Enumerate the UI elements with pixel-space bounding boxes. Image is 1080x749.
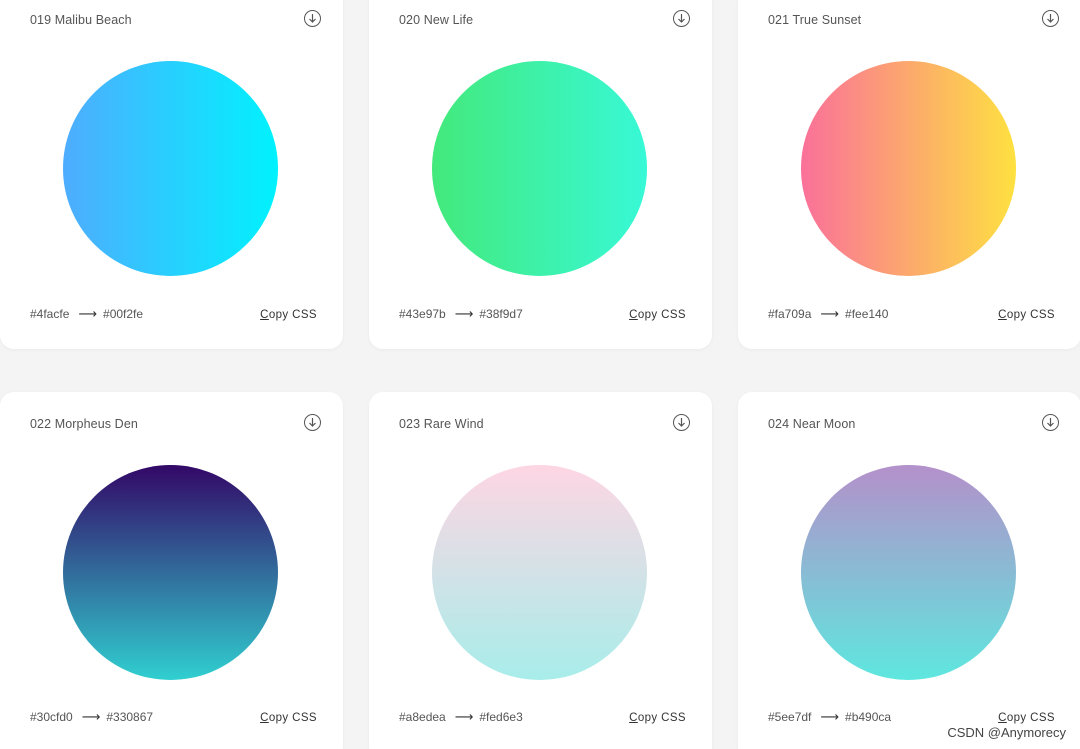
color-to: #fee140: [845, 307, 889, 321]
copy-css-button[interactable]: Copy CSS: [260, 712, 317, 724]
copy-css-accel: C: [629, 309, 638, 321]
gradient-swatch: [63, 465, 278, 680]
arrow-icon: ⟶: [820, 306, 840, 321]
copy-css-label: opy CSS: [268, 712, 317, 724]
copy-css-button[interactable]: Copy CSS: [629, 309, 686, 321]
copy-css-label: opy CSS: [637, 309, 686, 321]
arrow-icon: ⟶: [820, 709, 840, 724]
color-from: #43e97b: [399, 307, 446, 321]
color-codes: #5ee7df ⟶ #b490ca: [768, 709, 891, 725]
copy-css-button[interactable]: Copy CSS: [998, 309, 1055, 321]
color-codes: #43e97b ⟶ #38f9d7: [399, 306, 523, 322]
download-icon[interactable]: [1042, 414, 1059, 431]
gradient-title: 024 Near Moon: [768, 417, 856, 431]
color-to: #330867: [106, 710, 154, 724]
color-codes: #4facfe ⟶ #00f2fe: [30, 306, 143, 322]
gradient-title: 020 New Life: [399, 13, 474, 27]
copy-css-button[interactable]: Copy CSS: [629, 712, 686, 724]
gradient-swatch: [432, 61, 647, 276]
color-from: #5ee7df: [768, 710, 812, 724]
copy-css-label: opy CSS: [268, 309, 317, 321]
copy-css-label: opy CSS: [1006, 309, 1055, 321]
gradient-card: 022 Morpheus Den #30cfd0 ⟶ #330867 Copy CS…: [0, 392, 343, 749]
gradient-title: 021 True Sunset: [768, 13, 862, 27]
color-to: #b490ca: [845, 710, 892, 724]
copy-css-label: opy CSS: [1006, 712, 1055, 724]
color-to: #fed6e3: [479, 710, 523, 724]
gradient-swatch: [801, 61, 1016, 276]
copy-css-accel: C: [260, 309, 269, 321]
arrow-icon: ⟶: [454, 306, 474, 321]
arrow-icon: ⟶: [454, 709, 474, 724]
download-icon[interactable]: [673, 10, 690, 27]
color-codes: #fa709a ⟶ #fee140: [768, 306, 888, 322]
gradient-card: 023 Rare Wind #a8edea ⟶ #fed6e3 Copy CSS: [369, 392, 712, 749]
copy-css-accel: C: [998, 712, 1007, 724]
copy-css-button[interactable]: Copy CSS: [998, 712, 1055, 724]
arrow-icon: ⟶: [81, 709, 101, 724]
copy-css-button[interactable]: Copy CSS: [260, 309, 317, 321]
copy-css-accel: C: [998, 309, 1007, 321]
color-to: #00f2fe: [103, 307, 144, 321]
gradient-card: 019 Malibu Beach #4facfe ⟶ #00f2fe Copy CS…: [0, 0, 343, 349]
download-icon[interactable]: [304, 414, 321, 431]
gradient-grid: 019 Malibu Beach #4facfe ⟶ #00f2fe Copy CS…: [0, 0, 1080, 749]
gradient-swatch: [63, 61, 278, 276]
color-from: #fa709a: [768, 307, 812, 321]
color-from: #30cfd0: [30, 710, 73, 724]
color-codes: #30cfd0 ⟶ #330867: [30, 709, 153, 725]
watermark: CSDN @Anymorecy: [947, 725, 1066, 740]
copy-css-label: opy CSS: [637, 712, 686, 724]
gradient-card: 020 New Life #43e97b ⟶ #38f9d7 Copy CSS: [369, 0, 712, 349]
download-icon[interactable]: [304, 10, 321, 27]
gradient-title: 019 Malibu Beach: [30, 13, 132, 27]
color-from: #a8edea: [399, 710, 446, 724]
gradient-card: 021 True Sunset #fa709a ⟶ #fee140 Copy CSS: [738, 0, 1080, 349]
gradient-title: 022 Morpheus Den: [30, 417, 138, 431]
gradient-title: 023 Rare Wind: [399, 417, 484, 431]
arrow-icon: ⟶: [78, 306, 98, 321]
copy-css-accel: C: [629, 712, 638, 724]
gradient-card: 024 Near Moon #5ee7df ⟶ #b490ca Copy CSS: [738, 392, 1080, 749]
copy-css-accel: C: [260, 712, 269, 724]
gradient-swatch: [801, 465, 1016, 680]
color-from: #4facfe: [30, 307, 70, 321]
gradient-swatch: [432, 465, 647, 680]
color-codes: #a8edea ⟶ #fed6e3: [399, 709, 523, 725]
color-to: #38f9d7: [479, 307, 523, 321]
download-icon[interactable]: [1042, 10, 1059, 27]
download-icon[interactable]: [673, 414, 690, 431]
